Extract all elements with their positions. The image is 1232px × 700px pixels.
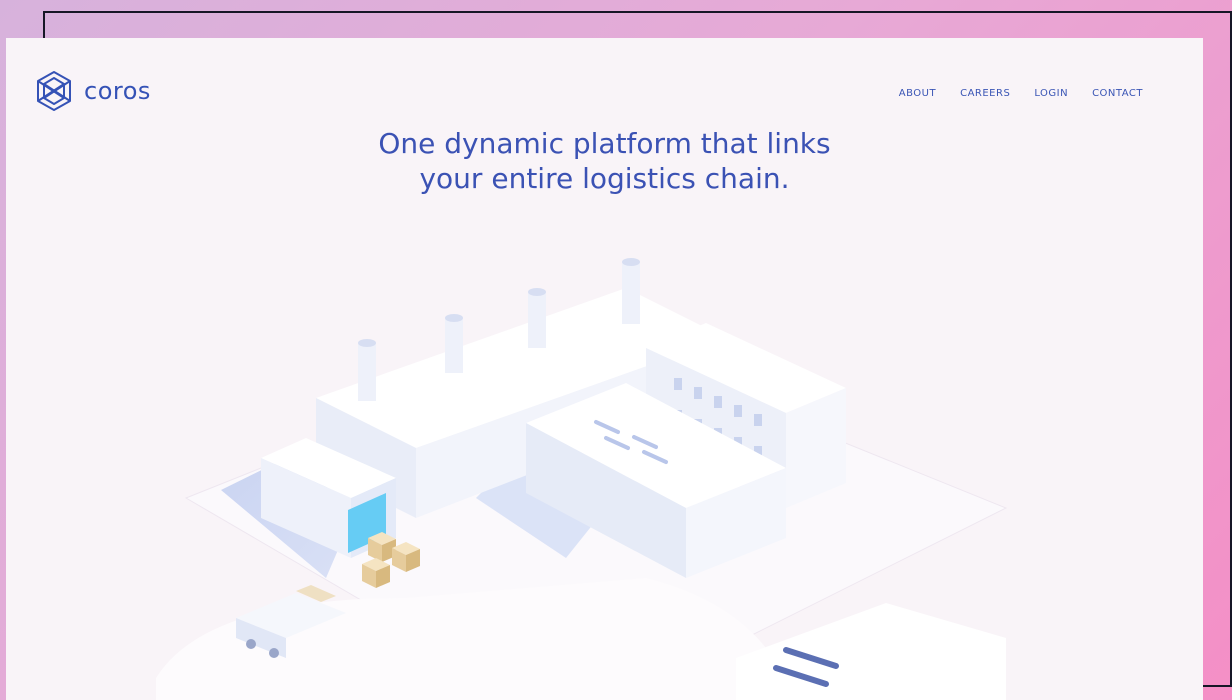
factory-illustration: [156, 258, 1008, 700]
webpage: coros ABOUT CAREERS LOGIN CONTACT One dy…: [6, 38, 1203, 700]
